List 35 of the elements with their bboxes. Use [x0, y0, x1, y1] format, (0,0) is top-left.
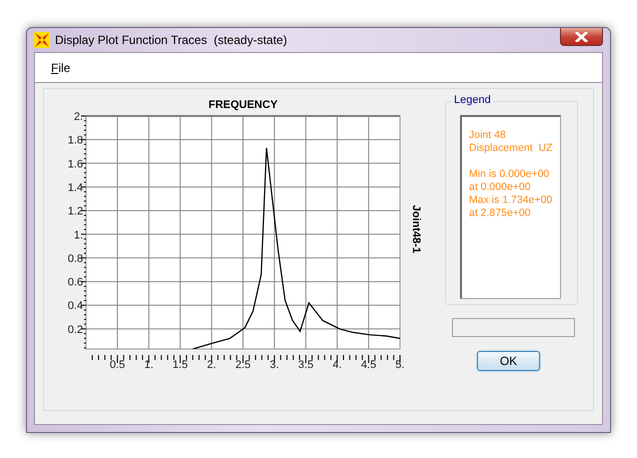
chart-title: FREQUENCY: [208, 99, 278, 111]
legend-line: Max is 1.734e+00: [469, 194, 554, 207]
y-tick-label: 0.8: [68, 252, 83, 265]
window-title: Display Plot Function Traces (steady-state): [55, 33, 288, 47]
x-tick-label: 2.5: [235, 359, 251, 371]
y-tick-label: 0.6: [68, 276, 83, 289]
legend-line: Min is 0.000e+00: [469, 168, 550, 181]
y-tick-label: 1.: [74, 229, 83, 242]
trace-label: Joint48-1: [410, 205, 422, 254]
legend-line: at 2.875e+00: [469, 207, 532, 220]
y-tick-label: 1.8: [68, 134, 83, 147]
legend-line: Displacement UZ: [469, 142, 554, 155]
y-tick-label: 0.4: [68, 300, 83, 312]
y-tick-label: 1.6: [68, 158, 83, 170]
ok-button[interactable]: OK: [477, 351, 540, 371]
legend-title: Legend: [452, 94, 493, 106]
y-tick-label: 1.2: [68, 206, 83, 218]
y-tick-label: 1.4: [68, 182, 83, 194]
legend-line: Joint 48: [469, 129, 507, 142]
y-tick-label: 2.: [74, 111, 83, 123]
x-tick-label: 4.5: [360, 359, 376, 371]
x-tick-label: 3.5: [298, 359, 314, 371]
app-icon: [34, 32, 50, 48]
close-button[interactable]: [560, 28, 603, 46]
x-tick-label: 1.: [144, 359, 154, 371]
legend-line: at 0.000e+00: [469, 181, 532, 194]
y-tick-label: 0.2: [68, 324, 83, 336]
close-icon: [575, 32, 588, 42]
x-tick-label: 4.: [332, 359, 342, 371]
x-tick-label: 2.: [207, 359, 216, 371]
x-tick-label: 3.: [270, 359, 279, 371]
menu-item[interactable]: File: [47, 58, 74, 76]
x-tick-label: 1.5: [172, 359, 188, 371]
x-tick-label: 5.: [395, 359, 405, 371]
x-tick-label: 0.5: [110, 359, 126, 371]
